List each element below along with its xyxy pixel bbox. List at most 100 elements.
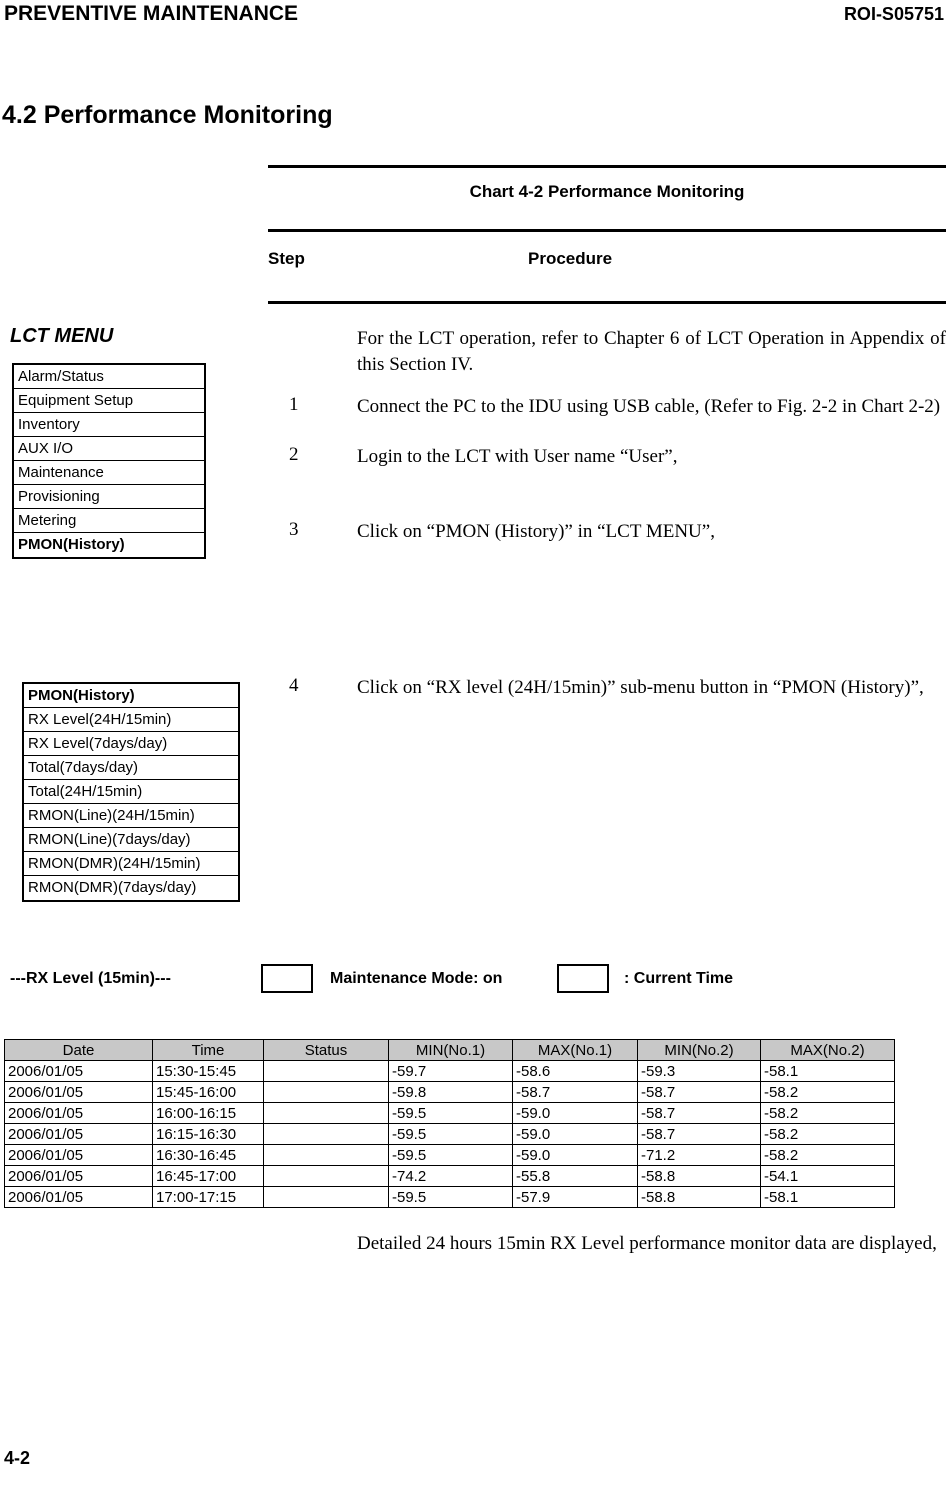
cell-max-no1: -57.9 xyxy=(512,1186,638,1208)
cell-max-no1: -55.8 xyxy=(512,1165,638,1187)
lct-menu-item-aux-io[interactable]: AUX I/O xyxy=(14,437,204,461)
cell-min-no1: -59.7 xyxy=(388,1060,513,1082)
cell-date: 2006/01/05 xyxy=(4,1144,153,1166)
cell-min-no2: -58.8 xyxy=(637,1165,761,1187)
page-title: 4.2 Performance Monitoring xyxy=(2,101,333,129)
cell-max-no2: -58.2 xyxy=(760,1081,895,1103)
cell-date: 2006/01/05 xyxy=(4,1102,153,1124)
column-header-max-no1[interactable]: MAX(No.1) xyxy=(512,1039,638,1061)
cell-time: 16:30-16:45 xyxy=(152,1144,264,1166)
lct-menu-item-metering[interactable]: Metering xyxy=(14,509,204,533)
column-header-max-no2[interactable]: MAX(No.2) xyxy=(760,1039,895,1061)
cell-min-no1: -59.5 xyxy=(388,1123,513,1145)
lct-menu-item-inventory[interactable]: Inventory xyxy=(14,413,204,437)
maintenance-mode-label: Maintenance Mode: on xyxy=(330,970,503,987)
column-header-procedure: Procedure xyxy=(528,249,613,268)
column-header-min-no2[interactable]: MIN(No.2) xyxy=(637,1039,761,1061)
step-number-4: 4 xyxy=(289,675,299,696)
cell-min-no1: -59.5 xyxy=(388,1186,513,1208)
cell-min-no1: -59.5 xyxy=(388,1144,513,1166)
cell-max-no1: -59.0 xyxy=(512,1144,638,1166)
cell-min-no2: -58.7 xyxy=(637,1102,761,1124)
pmon-menu-item-rmon-dmr-24h-15min[interactable]: RMON(DMR)(24H/15min) xyxy=(24,852,238,876)
step-text-3: Click on “PMON (History)” in “LCT MENU”, xyxy=(357,521,715,542)
cell-status xyxy=(263,1186,389,1208)
cell-date: 2006/01/05 xyxy=(4,1060,153,1082)
table-row: 2006/01/05 16:15-16:30 -59.5 -59.0 -58.7… xyxy=(4,1123,895,1145)
cell-max-no1: -58.7 xyxy=(512,1081,638,1103)
cell-time: 15:45-16:00 xyxy=(152,1081,264,1103)
column-header-min-no1[interactable]: MIN(No.1) xyxy=(388,1039,513,1061)
table-row: 2006/01/05 15:45-16:00 -59.8 -58.7 -58.7… xyxy=(4,1081,895,1103)
pmon-menu-item-rmon-dmr-7days-day[interactable]: RMON(DMR)(7days/day) xyxy=(24,876,238,900)
cell-min-no1: -74.2 xyxy=(388,1165,513,1187)
cell-min-no2: -58.7 xyxy=(637,1081,761,1103)
cell-max-no2: -58.2 xyxy=(760,1144,895,1166)
column-header-status[interactable]: Status xyxy=(263,1039,389,1061)
cell-min-no2: -58.7 xyxy=(637,1123,761,1145)
table-row: 2006/01/05 16:45-17:00 -74.2 -55.8 -58.8… xyxy=(4,1165,895,1187)
cell-time: 16:00-16:15 xyxy=(152,1102,264,1124)
cell-max-no1: -59.0 xyxy=(512,1123,638,1145)
cell-max-no2: -58.1 xyxy=(760,1060,895,1082)
cell-max-no2: -58.2 xyxy=(760,1123,895,1145)
column-header-time[interactable]: Time xyxy=(152,1039,264,1061)
pmon-menu-item-rx-level-24h-15min[interactable]: RX Level(24H/15min) xyxy=(24,708,238,732)
cell-time: 16:15-16:30 xyxy=(152,1123,264,1145)
chart-rule-top xyxy=(268,165,946,168)
cell-date: 2006/01/05 xyxy=(4,1081,153,1103)
lct-menu-item-alarm-status[interactable]: Alarm/Status xyxy=(14,365,204,389)
lct-menu-box: Alarm/Status Equipment Setup Inventory A… xyxy=(12,363,206,559)
cell-date: 2006/01/05 xyxy=(4,1165,153,1187)
table-row: 2006/01/05 17:00-17:15 -59.5 -57.9 -58.8… xyxy=(4,1186,895,1208)
pmon-menu-box: PMON(History) RX Level(24H/15min) RX Lev… xyxy=(22,682,240,902)
performance-monitor-table: Date Time Status MIN(No.1) MAX(No.1) MIN… xyxy=(4,1039,895,1208)
step-text-1: Connect the PC to the IDU using USB cabl… xyxy=(357,396,941,417)
cell-time: 16:45-17:00 xyxy=(152,1165,264,1187)
pmon-menu-title: PMON(History) xyxy=(24,684,238,708)
maintenance-mode-field[interactable] xyxy=(261,964,313,993)
lct-menu-item-maintenance[interactable]: Maintenance xyxy=(14,461,204,485)
cell-max-no2: -54.1 xyxy=(760,1165,895,1187)
cell-min-no2: -71.2 xyxy=(637,1144,761,1166)
step-number-2: 2 xyxy=(289,444,299,465)
cell-status xyxy=(263,1144,389,1166)
pmon-menu-item-rmon-line-24h-15min[interactable]: RMON(Line)(24H/15min) xyxy=(24,804,238,828)
cell-status xyxy=(263,1081,389,1103)
lct-menu-item-provisioning[interactable]: Provisioning xyxy=(14,485,204,509)
current-time-label: : Current Time xyxy=(624,970,734,987)
cell-status xyxy=(263,1123,389,1145)
cell-status xyxy=(263,1102,389,1124)
table-row: 2006/01/05 16:30-16:45 -59.5 -59.0 -71.2… xyxy=(4,1144,895,1166)
cell-date: 2006/01/05 xyxy=(4,1123,153,1145)
cell-status xyxy=(263,1060,389,1082)
screen-capture-title: ---RX Level (15min)--- xyxy=(10,970,171,987)
table-row: 2006/01/05 16:00-16:15 -59.5 -59.0 -58.7… xyxy=(4,1102,895,1124)
current-time-field[interactable] xyxy=(557,964,609,993)
column-header-date[interactable]: Date xyxy=(4,1039,153,1061)
pmon-menu-item-rmon-line-7days-day[interactable]: RMON(Line)(7days/day) xyxy=(24,828,238,852)
table-row: 2006/01/05 15:30-15:45 -59.7 -58.6 -59.3… xyxy=(4,1060,895,1082)
document-number: ROI-S05751 xyxy=(843,4,944,24)
procedure-intro-text: For the LCT operation, refer to Chapter … xyxy=(357,328,946,375)
pmon-menu-item-total-24h-15min[interactable]: Total(24H/15min) xyxy=(24,780,238,804)
pmon-menu-item-total-7days-day[interactable]: Total(7days/day) xyxy=(24,756,238,780)
lct-menu-item-pmon-history[interactable]: PMON(History) xyxy=(14,533,204,557)
chart-rule-middle xyxy=(268,229,946,232)
page-number: 4-2 xyxy=(4,1448,31,1468)
lct-menu-item-equipment-setup[interactable]: Equipment Setup xyxy=(14,389,204,413)
pmon-menu-item-rx-level-7days-day[interactable]: RX Level(7days/day) xyxy=(24,732,238,756)
running-head-title: PREVENTIVE MAINTENANCE xyxy=(4,2,299,25)
step-number-3: 3 xyxy=(289,519,299,540)
cell-min-no2: -58.8 xyxy=(637,1186,761,1208)
lct-menu-title: LCT MENU xyxy=(10,325,114,347)
step-text-2: Login to the LCT with User name “User”, xyxy=(357,446,678,467)
column-header-step: Step xyxy=(268,249,305,268)
cell-max-no1: -58.6 xyxy=(512,1060,638,1082)
cell-time: 17:00-17:15 xyxy=(152,1186,264,1208)
cell-date: 2006/01/05 xyxy=(4,1186,153,1208)
step-number-1: 1 xyxy=(289,394,299,415)
chart-rule-bottom xyxy=(268,301,946,304)
table-header-row: Date Time Status MIN(No.1) MAX(No.1) MIN… xyxy=(4,1039,895,1061)
cell-max-no2: -58.2 xyxy=(760,1102,895,1124)
